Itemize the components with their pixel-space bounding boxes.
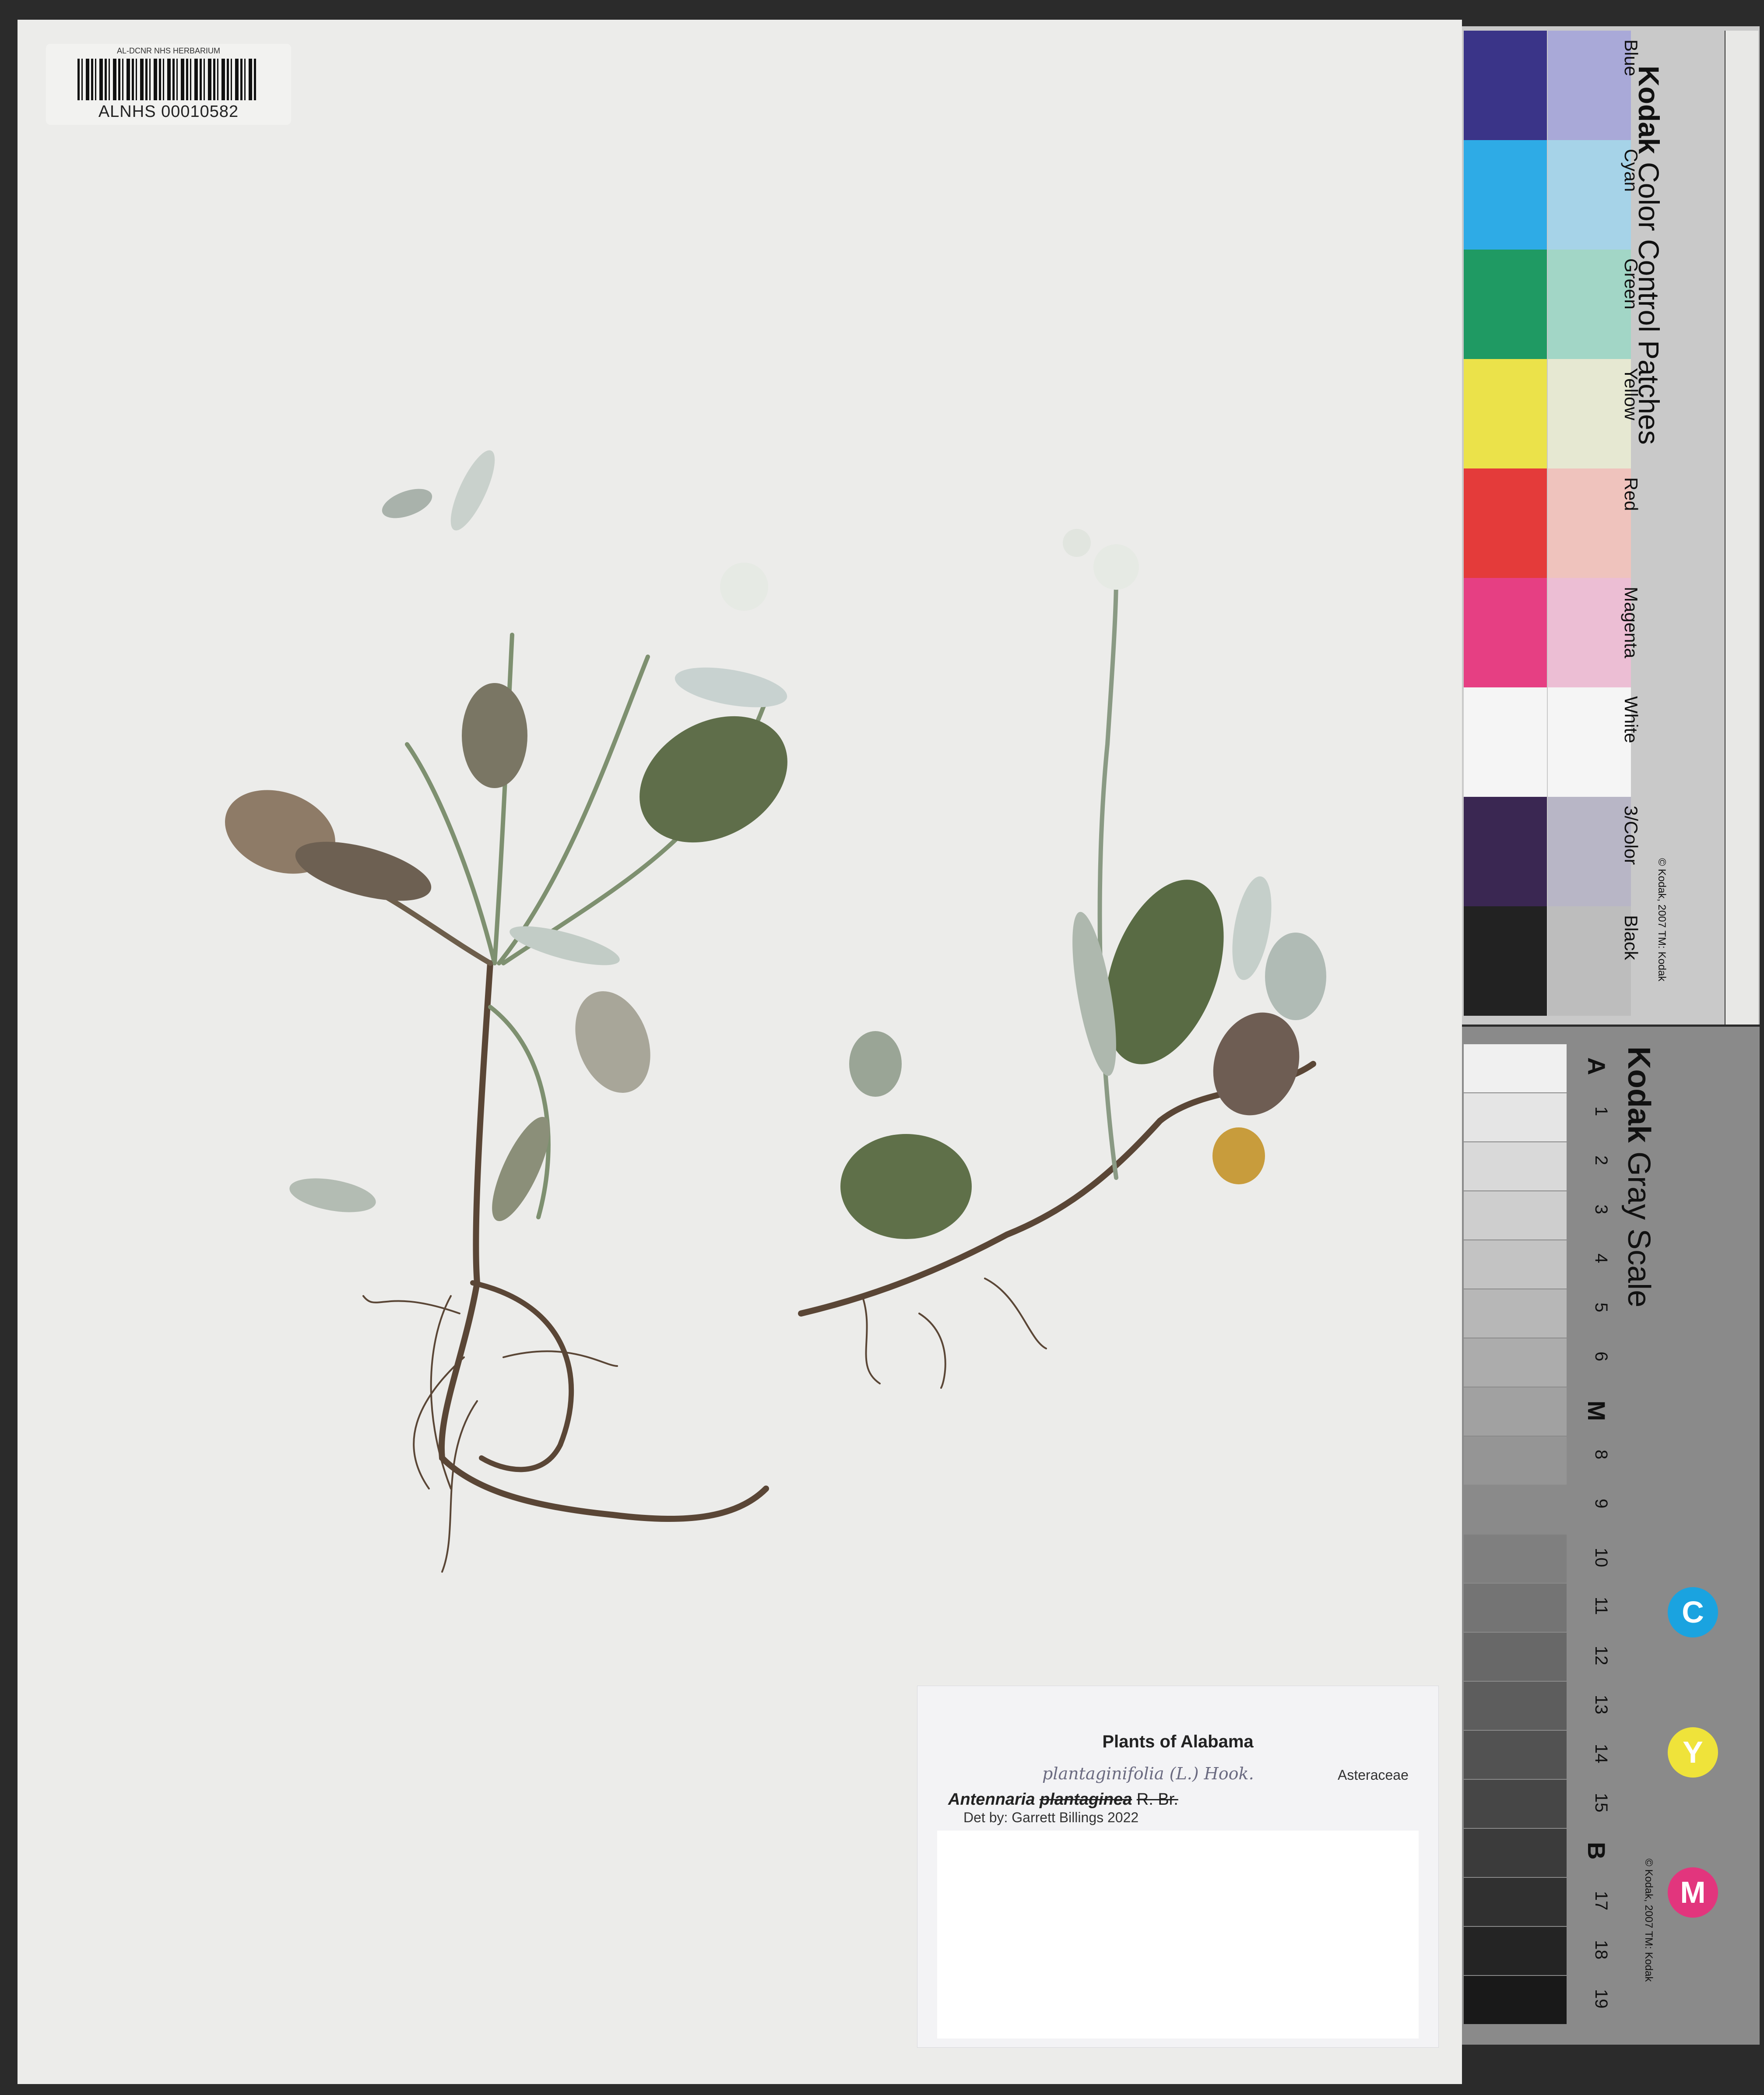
gray-step-label: 15 xyxy=(1592,1793,1611,1813)
color-patch-light xyxy=(1548,578,1631,687)
color-patch-dark xyxy=(1464,687,1547,797)
gray-step-label: A xyxy=(1583,1057,1610,1075)
gray-step xyxy=(1464,1486,1567,1534)
color-patch-label: Magenta xyxy=(1621,587,1641,658)
gray-step xyxy=(1464,1191,1567,1239)
gray-step xyxy=(1464,1093,1567,1141)
color-patch-dark xyxy=(1464,468,1547,578)
label-blank-area xyxy=(937,1831,1419,2039)
gray-step-label: 5 xyxy=(1592,1303,1611,1313)
gray-step-label: 14 xyxy=(1592,1744,1611,1764)
family-name: Asteraceae xyxy=(1338,1767,1409,1783)
gray-step xyxy=(1464,1289,1567,1338)
gray-step xyxy=(1464,1731,1567,1779)
color-patch-light xyxy=(1548,31,1631,140)
color-patch-label: 3/Color xyxy=(1621,806,1641,865)
gray-step-label: 9 xyxy=(1592,1499,1611,1509)
color-card-copyright: © Kodak, 2007 TM: Kodak xyxy=(1656,858,1668,982)
plant-specimens xyxy=(225,450,1326,1573)
gray-card-copyright: © Kodak, 2007 TM: Kodak xyxy=(1643,1859,1655,1982)
gray-step xyxy=(1464,1437,1567,1485)
gray-step-label: M xyxy=(1583,1401,1610,1421)
gray-step-label: 18 xyxy=(1592,1940,1611,1960)
determiner: Det by: Garrett Billings 2022 xyxy=(963,1810,1139,1825)
gray-step xyxy=(1464,1535,1567,1583)
gray-step xyxy=(1464,1338,1567,1387)
kodak-color-card: Blue Cyan Green Yellow Red Magenta White 3/Colo… xyxy=(1462,26,1760,1025)
gray-step xyxy=(1464,1633,1567,1681)
ruler xyxy=(1725,31,1758,1025)
gray-step xyxy=(1464,1584,1567,1632)
specimen-right xyxy=(798,576,1316,1389)
color-patch-light xyxy=(1548,250,1631,359)
kodak-gray-scale: A 1 2 3 4 5 6 M 8 9 10 11 12 13 14 15 B 17 18 19 Kodak Gray… xyxy=(1462,1027,1760,2045)
color-patch-light xyxy=(1548,359,1631,468)
cym-marker: C xyxy=(1668,1587,1718,1637)
color-patch-dark xyxy=(1464,797,1547,906)
color-patch-light xyxy=(1548,797,1631,906)
cym-marker: M xyxy=(1668,1867,1718,1918)
color-patch-dark xyxy=(1464,250,1547,359)
color-patch-label: Black xyxy=(1621,915,1641,960)
color-patch-dark xyxy=(1464,578,1547,687)
gray-step-label: B xyxy=(1583,1842,1610,1860)
gray-step-label: 4 xyxy=(1592,1253,1611,1264)
scientific-name: Antennaria plantaginea R. Br. xyxy=(948,1790,1178,1809)
species-struck: plantaginea xyxy=(1040,1790,1132,1809)
color-patch-dark xyxy=(1464,359,1547,468)
specimen-right-leaves xyxy=(840,529,1326,1239)
genus: Antennaria xyxy=(948,1790,1035,1809)
gray-step-label: 11 xyxy=(1592,1597,1611,1615)
specimen-left-leaves xyxy=(225,450,787,1222)
color-patch-light xyxy=(1548,906,1631,1016)
color-patch-light xyxy=(1548,687,1631,797)
label-title: Plants of Alabama xyxy=(1102,1732,1254,1751)
color-patch-dark xyxy=(1464,140,1547,250)
gray-step-label: 17 xyxy=(1592,1891,1611,1911)
color-patch-light xyxy=(1548,468,1631,578)
gray-step-label: 2 xyxy=(1592,1155,1611,1165)
gray-step-label: 19 xyxy=(1592,1989,1611,2009)
gray-step xyxy=(1464,1780,1567,1828)
gray-step xyxy=(1464,1829,1567,1877)
gray-step xyxy=(1464,1878,1567,1926)
color-patch-label: White xyxy=(1621,696,1641,743)
gray-step-label: 8 xyxy=(1592,1450,1611,1460)
gray-step xyxy=(1464,1682,1567,1730)
gray-step-label: 3 xyxy=(1592,1204,1611,1215)
gray-step xyxy=(1464,1240,1567,1289)
gray-step xyxy=(1464,1387,1567,1436)
color-patch-label: Red xyxy=(1621,477,1641,511)
gray-step-label: 6 xyxy=(1592,1352,1611,1362)
cym-marker: Y xyxy=(1668,1727,1718,1778)
gray-step xyxy=(1464,1976,1567,2024)
gray-step-label: 12 xyxy=(1592,1646,1611,1665)
gray-step-label: 1 xyxy=(1592,1106,1611,1116)
color-card-title: Kodak Color Control Patches xyxy=(1633,66,1665,445)
gray-step xyxy=(1464,1927,1567,1975)
color-patch-light xyxy=(1548,140,1631,250)
color-patch-dark xyxy=(1464,906,1547,1016)
gray-step xyxy=(1464,1044,1567,1092)
gray-card-title: Kodak Gray Scale xyxy=(1621,1046,1656,1308)
gray-step-label: 13 xyxy=(1592,1695,1611,1715)
gray-step xyxy=(1464,1142,1567,1190)
color-patch-dark xyxy=(1464,31,1547,140)
annotation-handwritten: plantaginifolia (L.) Hook. xyxy=(1042,1764,1254,1783)
gray-step-label: 10 xyxy=(1592,1548,1611,1567)
author-struck: R. Br. xyxy=(1136,1790,1178,1809)
specimen-label: Plants of Alabama plantaginifolia (L.) H… xyxy=(917,1686,1439,2048)
